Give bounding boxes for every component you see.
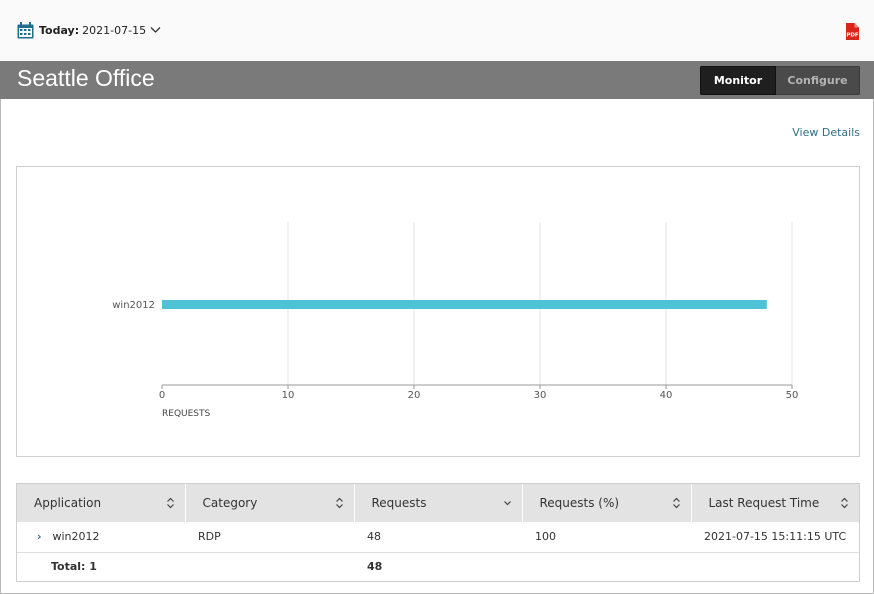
cell-application: › win2012 <box>17 522 185 553</box>
total-empty-cell <box>185 552 354 581</box>
sort-desc-icon <box>503 501 511 506</box>
column-header-requests[interactable]: Requests <box>354 484 523 522</box>
total-empty-cell <box>691 552 859 581</box>
table-row[interactable]: › win2012 RDP 48 100 2021-07-15 15:11:15… <box>17 522 859 553</box>
monitor-tab[interactable]: Monitor <box>700 66 776 95</box>
sort-both-icon <box>335 497 343 509</box>
x-tick-label: 0 <box>159 390 165 401</box>
column-header-label: Last Request Time <box>708 496 820 510</box>
application-name: win2012 <box>52 530 100 544</box>
table-total-row: Total: 1 48 <box>17 552 859 581</box>
calendar-icon <box>17 21 34 38</box>
requests-chart-panel: 0 10 20 30 40 50 REQUESTS win2012 <box>16 166 860 457</box>
x-tick-label: 50 <box>786 390 799 401</box>
sort-both-icon <box>672 497 680 509</box>
cell-category: RDP <box>185 522 354 553</box>
date-value: 2021-07-15 <box>82 23 147 37</box>
date-picker[interactable]: Today: 2021-07-15 <box>17 20 161 40</box>
column-header-label: Application <box>34 496 102 510</box>
page-title: Seattle Office <box>17 65 155 91</box>
view-details-link[interactable]: View Details <box>792 126 860 139</box>
category-label: win2012 <box>112 300 155 311</box>
expand-row-icon[interactable]: › <box>37 530 49 543</box>
total-empty-cell <box>522 552 691 581</box>
x-tick-label: 40 <box>660 390 673 401</box>
column-header-last-request-time[interactable]: Last Request Time <box>691 484 859 522</box>
column-header-requests-percent[interactable]: Requests (%) <box>522 484 692 522</box>
pdf-icon[interactable]: PDF <box>845 23 859 40</box>
total-label: Total: 1 <box>51 560 97 574</box>
total-requests: 48 <box>367 560 383 574</box>
top-toolbar: Today: 2021-07-15 PDF <box>0 0 874 61</box>
x-tick-label: 20 <box>408 390 421 401</box>
page-title-bar: Seattle Office Monitor Configure <box>0 61 874 99</box>
sort-both-icon <box>841 497 848 509</box>
sort-both-icon <box>166 497 174 509</box>
x-tick-label: 10 <box>282 390 295 401</box>
table-header-row: Application Category Requests Requests (… <box>17 484 859 522</box>
chevron-down-icon <box>150 27 161 33</box>
configure-tab[interactable]: Configure <box>776 66 860 95</box>
column-header-category[interactable]: Category <box>185 484 355 522</box>
date-label: Today: <box>39 23 80 37</box>
column-header-label: Requests (%) <box>539 496 620 510</box>
column-header-label: Requests <box>371 496 427 510</box>
bar-win2012 <box>162 300 767 309</box>
cell-last-request-time: 2021-07-15 15:11:15 UTC <box>691 522 859 553</box>
requests-bar-chart: 0 10 20 30 40 50 REQUESTS win2012 <box>112 222 799 419</box>
x-tick-label: 30 <box>534 390 547 401</box>
x-axis-label: REQUESTS <box>162 409 211 419</box>
applications-table: Application Category Requests Requests (… <box>16 483 860 582</box>
pdf-icon-label: PDF <box>846 33 859 39</box>
mode-toggle: Monitor Configure <box>700 66 860 95</box>
cell-requests: 48 <box>354 522 522 553</box>
cell-requests-percent: 100 <box>522 522 691 553</box>
column-header-label: Category <box>202 496 258 510</box>
column-header-application[interactable]: Application <box>17 484 186 522</box>
